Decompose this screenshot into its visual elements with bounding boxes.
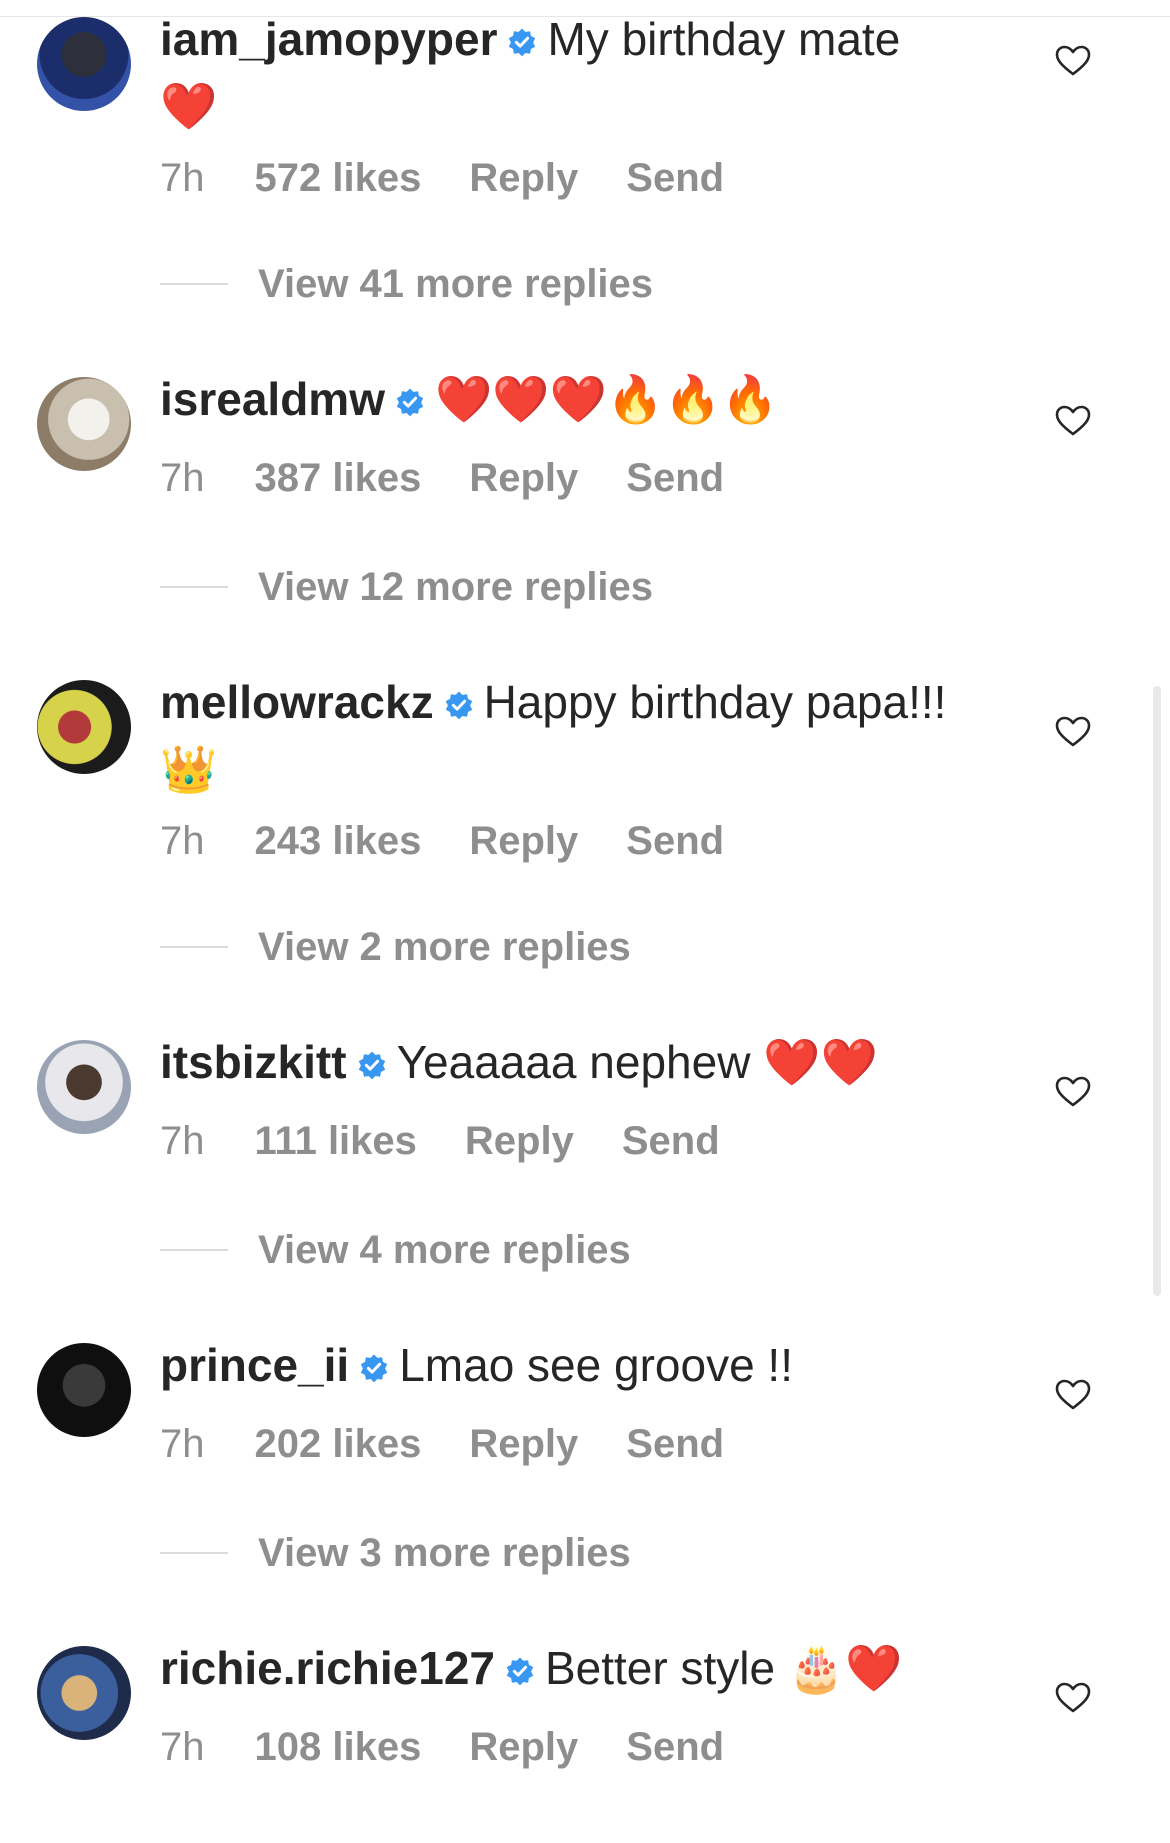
comment-text: Yeaaaaa nephew xyxy=(396,1036,751,1088)
heart-outline-icon[interactable] xyxy=(1055,405,1091,437)
comment-text: My birthday mate xyxy=(547,13,901,65)
comment-meta: 7h 202 likes Reply Send xyxy=(160,1422,1040,1467)
comment-body: itsbizkitt Yeaaaaa nephew ❤️❤️ 7h 111 like… xyxy=(160,1035,1040,1164)
comment-username[interactable]: richie.richie127 xyxy=(160,1642,495,1694)
comment-text: Better style xyxy=(544,1642,776,1694)
replies-divider-line xyxy=(160,586,228,588)
avatar[interactable] xyxy=(37,1646,131,1740)
comment-body: mellowrackz Happy birthday papa!!! 👑 7h 24… xyxy=(160,676,1040,864)
avatar[interactable] xyxy=(37,680,131,774)
send-button[interactable]: Send xyxy=(626,819,724,863)
comment-username[interactable]: itsbizkitt xyxy=(160,1036,347,1088)
comment-username[interactable]: prince_ii xyxy=(160,1339,349,1391)
comment-time: 7h xyxy=(160,1725,205,1769)
reply-button[interactable]: Reply xyxy=(469,456,578,500)
comment-body: iam_jamopyper My birthday mate ❤️ 7h 572 l… xyxy=(160,13,1040,201)
send-button[interactable]: Send xyxy=(626,1422,724,1466)
verified-badge-icon xyxy=(396,388,424,417)
send-button[interactable]: Send xyxy=(626,456,724,500)
comment-time: 7h xyxy=(160,1422,205,1466)
view-replies-button[interactable]: View 41 more replies xyxy=(160,262,653,307)
likes-count[interactable]: 108 likes xyxy=(255,1725,422,1769)
comment-meta: 7h 387 likes Reply Send xyxy=(160,456,1040,501)
view-replies-label: View 3 more replies xyxy=(258,1531,631,1575)
comment-text: Happy birthday papa!!! xyxy=(483,676,947,728)
replies-divider-line xyxy=(160,1249,228,1251)
verified-badge-icon xyxy=(509,28,536,57)
heart-outline-icon[interactable] xyxy=(1055,1379,1091,1411)
likes-count[interactable]: 387 likes xyxy=(255,456,422,500)
comment-username[interactable]: iam_jamopyper xyxy=(160,13,497,65)
view-replies-label: View 2 more replies xyxy=(258,925,631,969)
comment-time: 7h xyxy=(160,156,205,200)
verified-badge-icon xyxy=(506,1657,534,1686)
comment-emoji: ❤️ xyxy=(160,79,218,133)
heart-outline-icon[interactable] xyxy=(1055,45,1091,77)
comment-username[interactable]: isrealdmw xyxy=(160,373,385,425)
comment-emoji: 👑 xyxy=(160,742,218,796)
comment-time: 7h xyxy=(160,456,205,500)
avatar[interactable] xyxy=(37,1040,131,1134)
send-button[interactable]: Send xyxy=(626,1725,724,1769)
avatar[interactable] xyxy=(37,377,131,471)
view-replies-label: View 4 more replies xyxy=(258,1228,631,1272)
likes-count[interactable]: 202 likes xyxy=(255,1422,422,1466)
send-button[interactable]: Send xyxy=(626,156,724,200)
likes-count[interactable]: 572 likes xyxy=(255,156,422,200)
avatar[interactable] xyxy=(37,1343,131,1437)
verified-badge-icon xyxy=(358,1051,385,1080)
likes-count[interactable]: 243 likes xyxy=(255,819,422,863)
view-replies-button[interactable]: View 2 more replies xyxy=(160,925,631,970)
reply-button[interactable]: Reply xyxy=(469,156,578,200)
view-replies-button[interactable]: View 4 more replies xyxy=(160,1228,631,1273)
comment-meta: 7h 111 likes Reply Send xyxy=(160,1119,1040,1164)
comment-username[interactable]: mellowrackz xyxy=(160,676,434,728)
comment-body: richie.richie127 Better style 🎂❤️ 7h 108 l… xyxy=(160,1641,1040,1770)
comment-body: isrealdmw ❤️❤️❤️🔥🔥🔥 7h 387 likes Reply Send xyxy=(160,372,1040,501)
view-replies-button[interactable]: View 12 more replies xyxy=(160,565,653,610)
heart-outline-icon[interactable] xyxy=(1055,716,1091,748)
reply-button[interactable]: Reply xyxy=(469,1422,578,1466)
send-button[interactable]: Send xyxy=(622,1119,720,1163)
scrollbar[interactable] xyxy=(1153,686,1161,1296)
reply-button[interactable]: Reply xyxy=(469,1725,578,1769)
comment-meta: 7h 243 likes Reply Send xyxy=(160,819,1040,864)
comment-meta: 7h 572 likes Reply Send xyxy=(160,156,1040,201)
avatar[interactable] xyxy=(37,17,131,111)
comment-time: 7h xyxy=(160,1119,205,1163)
verified-badge-icon xyxy=(445,691,472,720)
heart-outline-icon[interactable] xyxy=(1055,1682,1091,1714)
likes-count[interactable]: 111 likes xyxy=(255,1119,417,1163)
reply-button[interactable]: Reply xyxy=(469,819,578,863)
replies-divider-line xyxy=(160,946,228,948)
reply-button[interactable]: Reply xyxy=(465,1119,574,1163)
comment-body: prince_ii Lmao see groove !! 7h 202 likes R… xyxy=(160,1339,1040,1467)
comment-text: Lmao see groove !! xyxy=(399,1339,793,1391)
verified-badge-icon xyxy=(361,1354,388,1383)
comment-time: 7h xyxy=(160,819,205,863)
replies-divider-line xyxy=(160,283,228,285)
replies-divider-line xyxy=(160,1552,228,1554)
comment-emoji: 🎂❤️ xyxy=(787,1641,903,1695)
heart-outline-icon[interactable] xyxy=(1055,1076,1091,1108)
comment-emoji: ❤️❤️ xyxy=(763,1035,878,1089)
view-replies-label: View 12 more replies xyxy=(258,565,654,609)
comment-emoji: ❤️❤️❤️🔥🔥🔥 xyxy=(435,372,779,426)
comment-meta: 7h 108 likes Reply Send xyxy=(160,1725,1040,1770)
view-replies-label: View 41 more replies xyxy=(258,262,654,306)
view-replies-button[interactable]: View 3 more replies xyxy=(160,1531,631,1576)
